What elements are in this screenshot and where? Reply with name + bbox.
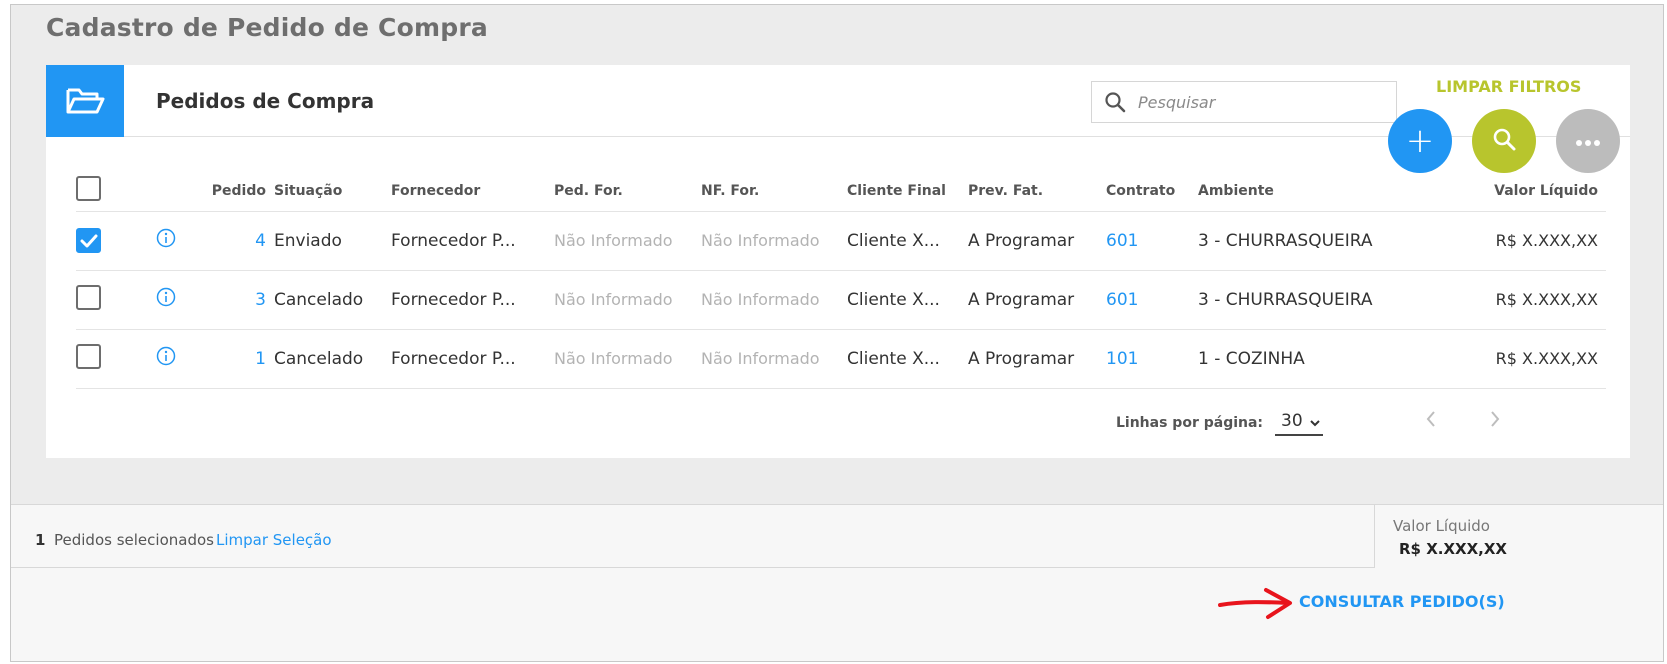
col-contrato[interactable]: Contrato: [1106, 155, 1198, 212]
cell-fornecedor: Fornecedor P...: [391, 329, 554, 389]
selected-text: Pedidos selecionados: [54, 531, 214, 549]
info-cell: [156, 329, 206, 389]
cell-pedido[interactable]: 3: [206, 270, 274, 330]
cell-prev-fat: A Programar: [968, 211, 1106, 271]
cell-nf-for: Não Informado: [701, 211, 847, 271]
col-ambiente[interactable]: Ambiente: [1198, 155, 1398, 212]
search-input[interactable]: [1138, 88, 1388, 116]
info-icon[interactable]: [156, 346, 176, 371]
folder-open-icon: [46, 65, 124, 137]
cell-situacao: Cancelado: [274, 329, 391, 389]
total-box: Valor Líquido R$ X.XXX,XX: [1374, 505, 1663, 569]
col-ped-for[interactable]: Ped. For.: [554, 155, 701, 212]
cell-cliente-final: Cliente X...: [847, 211, 968, 271]
col-pedido[interactable]: Pedido: [206, 155, 274, 212]
table-row[interactable]: 3 Cancelado Fornecedor P... Não Informad…: [76, 270, 1606, 330]
row-select-cell: [76, 211, 156, 271]
cell-valor-liquido: R$ X.XXX,XX: [1398, 211, 1606, 271]
cell-fornecedor: Fornecedor P...: [391, 270, 554, 330]
rows-per-page-select[interactable]: 30: [1275, 410, 1324, 436]
table-header-row: Pedido Situação Fornecedor Ped. For. NF.…: [76, 155, 1606, 212]
arrow-right-icon: [1218, 584, 1298, 628]
cell-nf-for: Não Informado: [701, 270, 847, 330]
cell-ped-for: Não Informado: [554, 211, 701, 271]
col-situacao[interactable]: Situação: [274, 155, 391, 212]
orders-table: Pedido Situação Fornecedor Ped. For. NF.…: [76, 155, 1606, 389]
row-select-cell: [76, 270, 156, 330]
table-row[interactable]: 4 Enviado Fornecedor P... Não Informado …: [76, 211, 1606, 271]
cell-prev-fat: A Programar: [968, 329, 1106, 389]
cell-ambiente: 1 - COZINHA: [1198, 329, 1398, 389]
selection-bar: 1 Pedidos selecionados Limpar Seleção Va…: [11, 504, 1663, 569]
rows-per-page: Linhas por página: 30: [1116, 410, 1324, 436]
orders-card: Pedidos de Compra LIMPAR FILTROS +: [46, 65, 1630, 458]
col-fornecedor[interactable]: Fornecedor: [391, 155, 554, 212]
cell-fornecedor: Fornecedor P...: [391, 211, 554, 271]
search-box[interactable]: [1091, 81, 1397, 123]
more-icon: [1575, 132, 1601, 151]
cell-situacao: Cancelado: [274, 270, 391, 330]
cell-pedido[interactable]: 4: [206, 211, 274, 271]
cell-cliente-final: Cliente X...: [847, 329, 968, 389]
cell-valor-liquido: R$ X.XXX,XX: [1398, 270, 1606, 330]
cell-cliente-final: Cliente X...: [847, 270, 968, 330]
cell-ambiente: 3 - CHURRASQUEIRA: [1198, 270, 1398, 330]
chevron-left-icon[interactable]: [1424, 409, 1438, 433]
card-title: Pedidos de Compra: [156, 89, 375, 113]
cell-contrato[interactable]: 601: [1106, 211, 1198, 271]
row-checkbox[interactable]: [76, 284, 101, 310]
cell-nf-for: Não Informado: [701, 329, 847, 389]
row-checkbox[interactable]: [76, 228, 101, 253]
col-valor-liquido[interactable]: Valor Líquido: [1398, 155, 1606, 212]
col-nf-for[interactable]: NF. For.: [701, 155, 847, 212]
col-cliente-final[interactable]: Cliente Final: [847, 155, 968, 212]
cell-ambiente: 3 - CHURRASQUEIRA: [1198, 211, 1398, 271]
total-label: Valor Líquido: [1393, 517, 1490, 535]
cell-situacao: Enviado: [274, 211, 391, 271]
action-bar: CONSULTAR PEDIDO(S): [11, 568, 1663, 661]
cell-ped-for: Não Informado: [554, 270, 701, 330]
total-value: R$ X.XXX,XX: [1399, 540, 1507, 558]
clear-filters-button[interactable]: LIMPAR FILTROS: [1436, 77, 1581, 96]
plus-icon: +: [1405, 121, 1435, 161]
clear-selection-link[interactable]: Limpar Seleção: [216, 531, 332, 549]
chevron-right-icon[interactable]: [1488, 409, 1502, 433]
cell-contrato[interactable]: 601: [1106, 270, 1198, 330]
info-header: [156, 155, 206, 212]
cell-contrato[interactable]: 101: [1106, 329, 1198, 389]
cell-valor-liquido: R$ X.XXX,XX: [1398, 329, 1606, 389]
cell-ped-for: Não Informado: [554, 329, 701, 389]
rows-per-page-label: Linhas por página:: [1116, 415, 1264, 431]
row-checkbox[interactable]: [76, 343, 101, 369]
search-icon: [1491, 126, 1517, 156]
info-cell: [156, 270, 206, 330]
info-icon[interactable]: [156, 228, 176, 253]
cell-prev-fat: A Programar: [968, 270, 1106, 330]
info-cell: [156, 211, 206, 271]
table-row[interactable]: 1 Cancelado Fornecedor P... Não Informad…: [76, 329, 1606, 389]
search-icon: [1104, 91, 1126, 117]
cell-pedido[interactable]: 1: [206, 329, 274, 389]
selected-count: 1: [35, 531, 46, 549]
app-frame: Cadastro de Pedido de Compra Pedidos de …: [10, 4, 1664, 662]
select-all-checkbox[interactable]: [76, 176, 101, 202]
row-select-cell: [76, 329, 156, 389]
page-title: Cadastro de Pedido de Compra: [46, 13, 488, 42]
consult-orders-button[interactable]: CONSULTAR PEDIDO(S): [1299, 592, 1505, 611]
col-prev-fat[interactable]: Prev. Fat.: [968, 155, 1106, 212]
select-all-cell: [76, 155, 156, 212]
info-icon[interactable]: [156, 287, 176, 312]
check-icon: [80, 234, 97, 247]
